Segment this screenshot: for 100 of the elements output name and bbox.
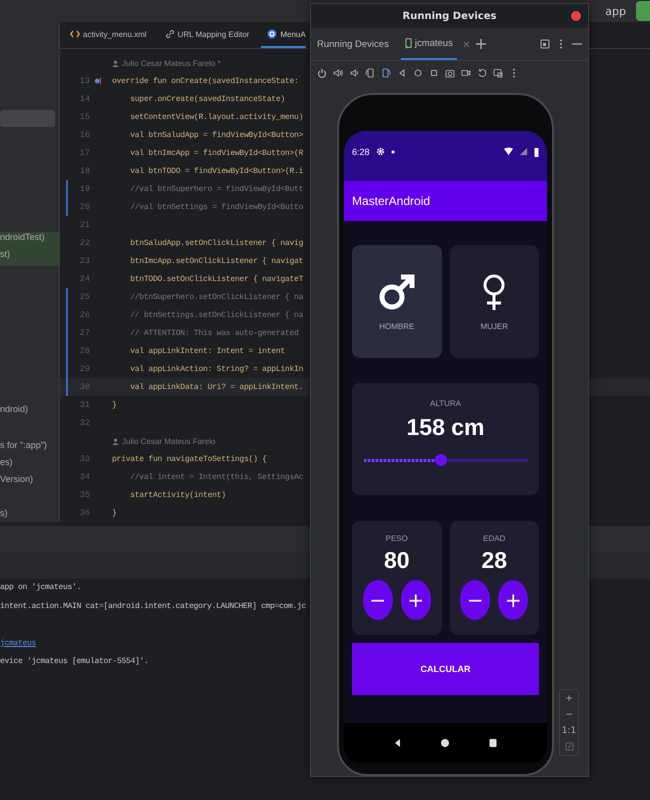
line-number: 35 xyxy=(78,490,90,500)
line-number: 19 xyxy=(78,184,90,194)
project-tree-row[interactable]: ndroid) xyxy=(0,404,59,421)
line-number: 21 xyxy=(78,220,90,230)
project-tree-row[interactable]: Version) xyxy=(0,474,59,491)
code-line: private fun navigateToSettings() { xyxy=(112,454,267,464)
line-number: 26 xyxy=(78,310,90,320)
fit-screen-icon[interactable] xyxy=(564,742,574,751)
increment-button[interactable]: + xyxy=(400,580,431,620)
line-number: 31 xyxy=(78,400,90,410)
code-brackets-icon xyxy=(70,29,80,39)
code-line: val appLinkData: Uri? = appLinkIntent. xyxy=(129,382,304,392)
close-button[interactable] xyxy=(571,11,581,21)
editor-tab[interactable]: activity_menu.xml xyxy=(64,22,153,48)
author-hint: Julio Cesar Mateus Farelo * xyxy=(122,58,221,68)
code-line: super.onCreate(savedInstanceState) xyxy=(129,94,285,104)
line-number: 25 xyxy=(78,292,90,302)
code-line: btnSaludApp.setOnClickListener { navig xyxy=(129,238,304,248)
log-line: intent.action.MAIN cat=[android.intent.category.LAUNCHER] cmp=com.jc xyxy=(0,602,306,612)
line-number: 34 xyxy=(78,472,90,482)
gear-icon xyxy=(376,147,385,156)
increment-button[interactable]: + xyxy=(498,580,528,620)
line-number: 17 xyxy=(78,148,90,158)
close-icon[interactable] xyxy=(462,40,470,48)
male-symbol-icon xyxy=(376,272,417,312)
code-line: btnImcApp.setOnClickListener { navigat xyxy=(129,256,304,266)
code-line: val btnTODO = findViewById<Button>(R.i xyxy=(129,166,304,176)
line-number: 20 xyxy=(78,202,90,212)
line-number: 29 xyxy=(78,364,90,374)
user-icon xyxy=(112,438,119,444)
panel-label: Running Devices xyxy=(317,38,389,50)
project-tree-row[interactable]: es) xyxy=(0,457,59,474)
decrement-button[interactable]: − xyxy=(460,580,490,620)
line-number: 22 xyxy=(78,238,90,248)
rotate-right-icon[interactable] xyxy=(381,68,391,78)
line-number: 27 xyxy=(78,328,90,338)
project-tree-row[interactable]: st) xyxy=(0,249,59,266)
decrement-button[interactable]: − xyxy=(362,580,393,620)
home-icon[interactable] xyxy=(440,738,450,748)
device-frame-icon[interactable] xyxy=(493,68,503,78)
code-line: // btnSettings.setOnClickListener { na xyxy=(129,310,304,320)
editor-tab[interactable]: URL Mapping Editor xyxy=(158,22,256,48)
calculate-button[interactable]: CALCULAR xyxy=(352,643,539,695)
log-line: app on 'jcmateus'. xyxy=(0,583,82,594)
code-line: btnTODO.setOnClickListener { navigateT xyxy=(129,274,304,284)
line-number: 18 xyxy=(78,166,90,176)
code-line: val btnSaludApp = findViewById<Button> xyxy=(129,130,304,140)
code-line: } xyxy=(112,400,117,410)
notification-dot-icon xyxy=(390,150,395,154)
camera-icon[interactable] xyxy=(445,68,455,78)
volume-down-icon[interactable] xyxy=(349,68,359,78)
code-line: // ATTENTION: This was auto-generated xyxy=(129,328,299,338)
project-tree-row[interactable]: s for ":app") xyxy=(0,440,59,457)
window-title: Running Devices xyxy=(402,10,496,22)
code-line: } xyxy=(112,508,117,518)
height-slider[interactable] xyxy=(364,454,528,466)
back-icon[interactable] xyxy=(392,738,403,748)
line-number: 24 xyxy=(78,274,90,284)
author-hint: Julio Cesar Mateus Farelo xyxy=(122,436,216,446)
line-number: 14 xyxy=(78,94,90,104)
height-label: ALTURA xyxy=(430,399,461,408)
add-icon[interactable] xyxy=(476,39,486,49)
code-line: //btnSuperhero.setOnClickListener { na xyxy=(129,292,304,302)
back-icon[interactable] xyxy=(397,68,407,78)
battery-icon xyxy=(534,147,539,157)
phone-icon xyxy=(404,38,412,48)
log-link[interactable]: jcmateus xyxy=(0,638,36,648)
editor-tab[interactable]: MenuA xyxy=(261,22,306,48)
log-line: evice 'jcmateus [emulator-5554]'. xyxy=(0,657,149,668)
height-value: 158 cm xyxy=(406,414,484,441)
line-number: 23 xyxy=(78,256,90,266)
zoom-button[interactable]: − xyxy=(565,710,573,720)
project-tree-row[interactable]: ndroidTest) xyxy=(0,232,59,249)
run-config-dropdown[interactable]: app xyxy=(603,4,628,18)
code-line: setContentView(R.layout.activity_menu) xyxy=(129,112,304,122)
zoom-button[interactable]: 1:1 xyxy=(562,726,576,736)
signal-icon xyxy=(519,147,528,156)
video-icon[interactable] xyxy=(461,68,471,78)
volume-up-icon[interactable] xyxy=(333,68,343,78)
wifi-icon xyxy=(504,147,513,156)
project-tree-row[interactable]: s) xyxy=(0,508,59,522)
reset-icon[interactable] xyxy=(477,68,487,78)
layout-icon[interactable] xyxy=(540,39,550,49)
app-title: MasterAndroid xyxy=(352,194,430,208)
run-button[interactable] xyxy=(636,1,650,21)
gender-card[interactable]: HOMBRE xyxy=(352,245,442,358)
code-line: //val btnSettings = findViewById<Butto xyxy=(129,202,304,212)
device-tab[interactable]: jcmateus xyxy=(400,28,457,60)
class-file-icon xyxy=(267,29,278,39)
gender-card[interactable]: MUJER xyxy=(450,245,539,358)
home-icon[interactable] xyxy=(413,68,423,78)
rotate-left-icon[interactable] xyxy=(365,68,375,78)
power-icon[interactable] xyxy=(317,68,327,78)
counter-label: PESO xyxy=(386,534,408,543)
counter-value: 28 xyxy=(481,547,508,574)
overview-icon[interactable] xyxy=(488,738,498,748)
code-line: startActivity(intent) xyxy=(129,490,226,500)
zoom-button[interactable]: + xyxy=(565,694,573,704)
code-line: val btnImcApp = findViewById<Button>(R xyxy=(129,148,304,158)
counter-label: EDAD xyxy=(483,534,506,543)
